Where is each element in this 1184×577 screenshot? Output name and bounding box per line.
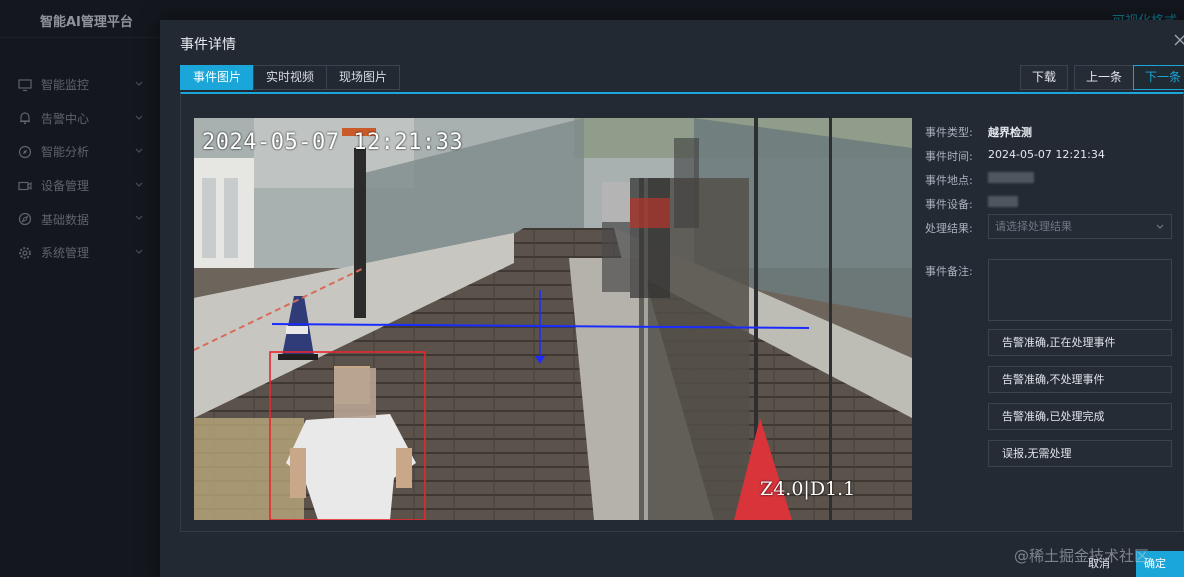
event-snapshot: 2024-05-07 12:21:33 Z4.0|D1.1 [194,118,912,520]
option-false-alarm-button[interactable]: 误报,无需处理 [988,440,1172,467]
event-time-label: 事件时间: [925,150,973,163]
option-accurate-done-button[interactable]: 告警准确,已处理完成 [988,403,1172,430]
tab-live-video[interactable]: 实时视频 [253,65,328,90]
result-select[interactable]: 请选择处理结果 [988,214,1172,239]
dialog-title: 事件详情 [180,37,236,53]
event-device-value-redacted [988,196,1018,210]
event-detail-dialog: 事件详情 事件图片 实时视频 现场图片 下载 上一条 下一条 2024-05-0… [160,20,1184,577]
event-location-value-redacted [988,172,1034,186]
camera-code-overlay: Z4.0|D1.1 [760,478,856,500]
content-panel: 2024-05-07 12:21:33 Z4.0|D1.1 事件类型: 越界检测… [180,92,1184,532]
dialog-tabs: 事件图片 实时视频 现场图片 [180,65,401,90]
remark-textarea[interactable] [988,259,1172,321]
option-accurate-ignore-button[interactable]: 告警准确,不处理事件 [988,366,1172,393]
event-type-value: 越界检测 [988,126,1032,139]
next-button[interactable]: 下一条 [1133,65,1184,90]
event-time-value: 2024-05-07 12:21:34 [988,148,1105,161]
prev-button[interactable]: 上一条 [1074,65,1135,90]
result-label: 处理结果: [925,222,973,235]
chevron-down-icon [1156,224,1164,229]
option-accurate-processing-button[interactable]: 告警准确,正在处理事件 [988,329,1172,356]
camera-timestamp-overlay: 2024-05-07 12:21:33 [202,130,464,155]
result-select-placeholder: 请选择处理结果 [995,220,1072,233]
watermark: @稀土掘金技术社区 [1014,547,1150,565]
event-type-label: 事件类型: [925,126,973,139]
remark-label: 事件备注: [925,265,973,278]
download-button[interactable]: 下载 [1020,65,1069,90]
close-icon[interactable] [1172,32,1184,48]
tab-scene-image[interactable]: 现场图片 [326,65,401,90]
tab-event-image[interactable]: 事件图片 [180,65,255,90]
event-device-label: 事件设备: [925,198,973,211]
dialog-actions: 下载 上一条 下一条 [1020,65,1184,90]
event-location-label: 事件地点: [925,174,973,187]
snapshot-scene [194,118,912,520]
